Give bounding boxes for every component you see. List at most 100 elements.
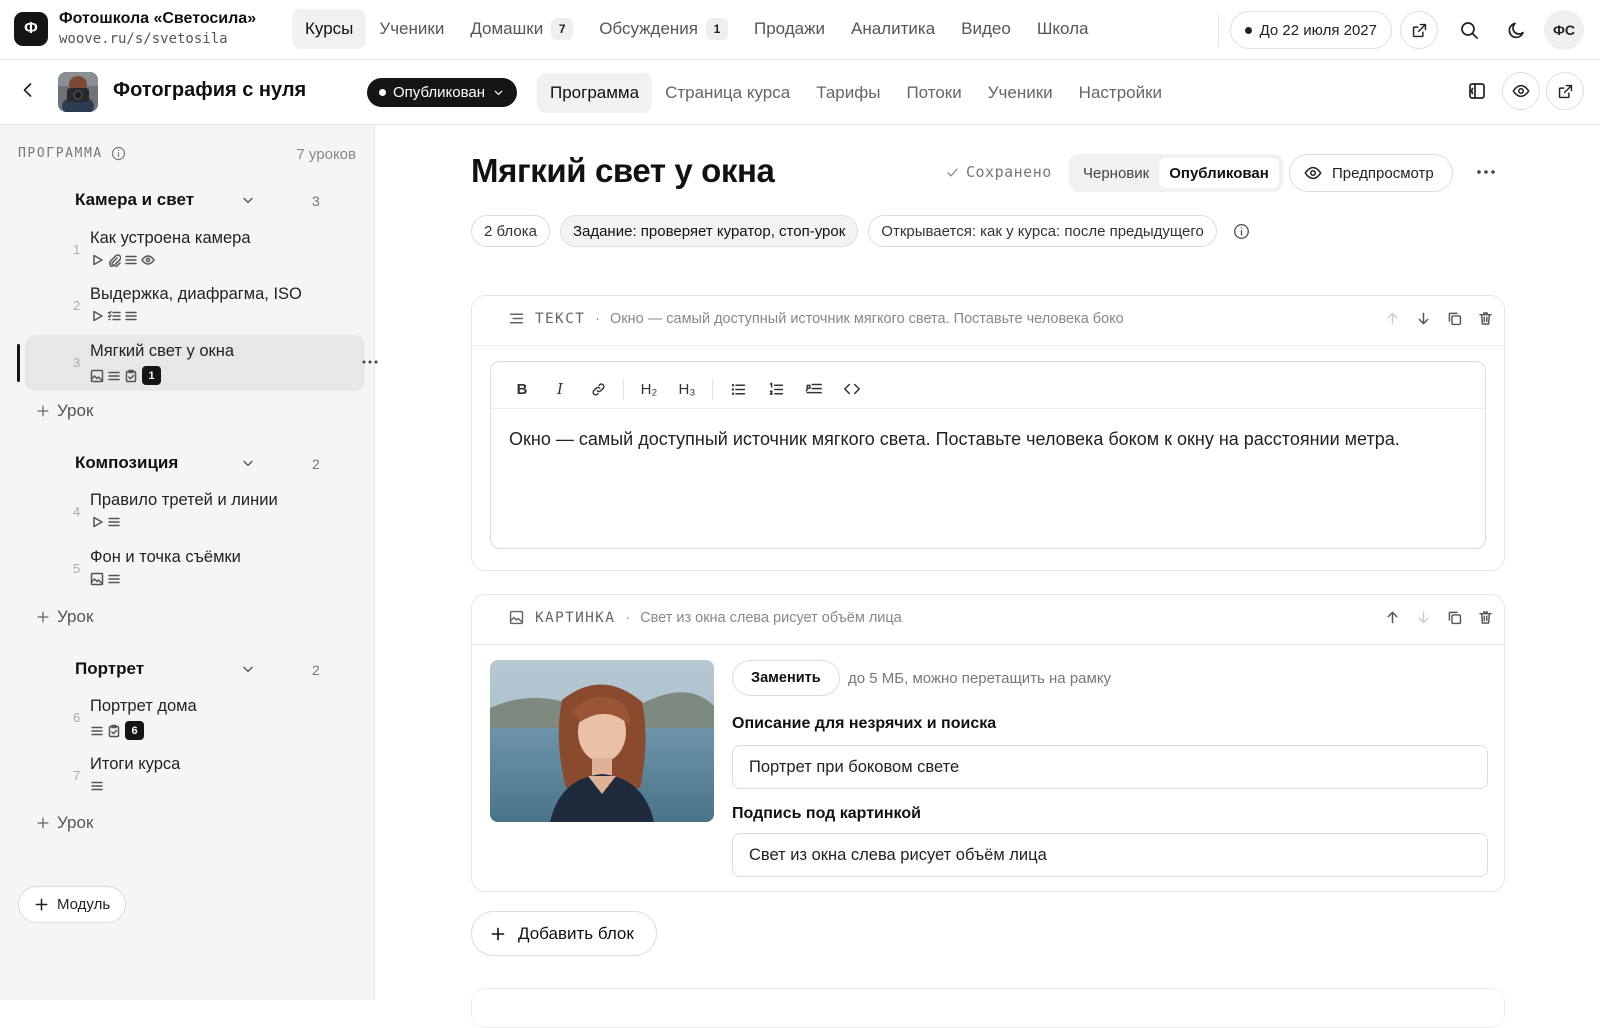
h2-button[interactable]: H₂ [632, 372, 666, 406]
add-lesson-button[interactable]: Урок [36, 813, 93, 833]
open-site-button[interactable] [1400, 11, 1438, 49]
info-icon[interactable] [111, 146, 126, 161]
nav-item-0[interactable]: Курсы [292, 9, 367, 49]
collapse-module-button[interactable] [240, 661, 256, 677]
module-title-camera-light[interactable]: Камера и свет [75, 190, 194, 210]
duplicate-icon[interactable] [1446, 609, 1463, 626]
course-thumbnail[interactable] [58, 72, 98, 112]
school-brand[interactable]: Фотошкола «Светосила» woove.ru/s/svetosi… [59, 10, 256, 47]
segment-draft[interactable]: Черновик [1073, 158, 1159, 188]
image-icon [90, 369, 104, 382]
collapse-module-button[interactable] [240, 192, 256, 208]
text-icon [125, 255, 137, 265]
more-menu-button[interactable] [1475, 162, 1497, 182]
theme-toggle[interactable] [1498, 11, 1536, 49]
trash-icon[interactable] [1477, 609, 1494, 626]
course-tab-2[interactable]: Тарифы [803, 73, 893, 113]
lesson-name: Правило третей и линии [90, 491, 278, 509]
segment-published[interactable]: Опубликован [1159, 158, 1279, 188]
lesson-number: 2 [73, 298, 81, 313]
add-lesson-button[interactable]: Урок [36, 401, 93, 421]
trash-icon[interactable] [1477, 310, 1494, 327]
numbered-list-button[interactable] [759, 372, 793, 406]
image-preview[interactable] [490, 660, 714, 822]
lesson-menu-button[interactable] [361, 353, 379, 371]
link-icon [591, 382, 605, 396]
lesson-item[interactable]: 3 Мягкий свет у окна 1 [25, 335, 378, 391]
search-button[interactable] [1450, 11, 1488, 49]
course-tab-3[interactable]: Потоки [893, 73, 974, 113]
subscription-pill[interactable]: До 22 июля 2027 [1229, 11, 1392, 49]
lesson-item[interactable]: 5 Фон и точка съёмки [25, 541, 365, 597]
chip-task[interactable]: Задание: проверяет куратор, стоп-урок [559, 215, 859, 247]
lesson-chips: 2 блока Задание: проверяет куратор, стоп… [471, 215, 1250, 247]
alt-text-label: Описание для незрячих и поиска [732, 715, 997, 732]
add-lesson-button[interactable]: Урок [36, 607, 93, 627]
info-icon[interactable] [1233, 223, 1250, 240]
bullet-list-button[interactable] [721, 372, 755, 406]
open-course-button[interactable] [1546, 72, 1584, 110]
lesson-title[interactable]: Мягкий свет у окна [471, 152, 775, 190]
quote-button[interactable] [797, 372, 831, 406]
preview-course-button[interactable] [1502, 72, 1540, 110]
preview-button[interactable]: Предпросмотр [1289, 154, 1453, 192]
divider [472, 644, 1504, 645]
lesson-name: Портрет дома [90, 697, 197, 715]
lesson-item[interactable]: 4 Правило третей и линии [25, 484, 365, 540]
module-title-portrait[interactable]: Портрет [75, 659, 144, 679]
module-title-composition[interactable]: Композиция [75, 453, 178, 473]
avatar[interactable]: ФС [1544, 10, 1584, 50]
caption-input[interactable] [732, 833, 1488, 877]
lesson-item[interactable]: 6 Портрет дома 6 [25, 690, 365, 746]
publish-segment: Черновик Опубликован [1069, 154, 1283, 192]
chip-opens[interactable]: Открывается: как у курса: после предыдущ… [868, 215, 1217, 247]
nav-item-2[interactable]: Домашки 7 [457, 9, 586, 49]
block-summary: Свет из окна слева рисует объём лица [640, 609, 902, 626]
move-up-icon[interactable] [1384, 609, 1401, 626]
course-status-dropdown[interactable]: Опубликован [367, 78, 518, 107]
move-down-icon[interactable] [1415, 310, 1432, 327]
h3-button[interactable]: H₃ [670, 372, 704, 406]
text-icon [125, 311, 137, 321]
italic-button[interactable]: I [543, 372, 577, 406]
duplicate-icon[interactable] [1446, 310, 1463, 327]
school-url: woove.ru/s/svetosila [59, 31, 228, 47]
lesson-item[interactable]: 7 Итоги курса [25, 748, 365, 804]
course-tab-5[interactable]: Настройки [1066, 73, 1175, 113]
alt-text-input[interactable] [732, 745, 1488, 789]
lesson-item[interactable]: 2 Выдержка, диафрагма, ISO [25, 278, 365, 334]
nav-item-3[interactable]: Обсуждения 1 [586, 9, 741, 49]
divider [1217, 13, 1219, 47]
lesson-name: Выдержка, диафрагма, ISO [90, 285, 302, 303]
nav-item-1[interactable]: Ученики [366, 9, 457, 49]
program-heading-label: ПРОГРАММА [18, 146, 103, 161]
course-thumbnail-image [58, 72, 98, 112]
lesson-item[interactable]: 1 Как устроена камера [25, 222, 365, 278]
bold-button[interactable]: B [505, 372, 539, 406]
toggle-sidebar-button[interactable] [1458, 72, 1496, 110]
plus-icon [37, 611, 49, 623]
add-block-button[interactable]: Добавить блок [471, 911, 657, 956]
lesson-content-icons [90, 253, 155, 267]
collapse-module-button[interactable] [240, 455, 256, 471]
back-button[interactable] [18, 80, 38, 100]
add-lesson-label: Урок [57, 607, 94, 626]
replace-image-button[interactable]: Заменить [732, 660, 840, 696]
nav-item-5[interactable]: Аналитика [838, 9, 948, 49]
rich-text-editor[interactable]: B I H₂ H₃ Окно — самый доступный источни… [490, 361, 1486, 549]
link-button[interactable] [581, 372, 615, 406]
nav-item-6[interactable]: Видео [948, 9, 1024, 49]
nav-item-7[interactable]: Школа [1024, 9, 1102, 49]
lesson-content-icons [90, 572, 121, 586]
course-tab-1[interactable]: Страница курса [652, 73, 803, 113]
lesson-content-icons [90, 779, 104, 793]
nav-item-4[interactable]: Продажи [741, 9, 838, 49]
chevron-down-icon [243, 666, 253, 673]
course-tab-0[interactable]: Программа [537, 73, 653, 113]
course-tab-4[interactable]: Ученики [975, 73, 1066, 113]
editor-content[interactable]: Окно — самый доступный источник мягкого … [509, 424, 1449, 454]
school-logo[interactable]: Ф [14, 12, 48, 46]
add-module-button[interactable]: Модуль [18, 886, 127, 923]
course-tabs: Программа Страница курса Тарифы Потоки Учени… [537, 73, 1175, 113]
code-button[interactable] [835, 372, 869, 406]
